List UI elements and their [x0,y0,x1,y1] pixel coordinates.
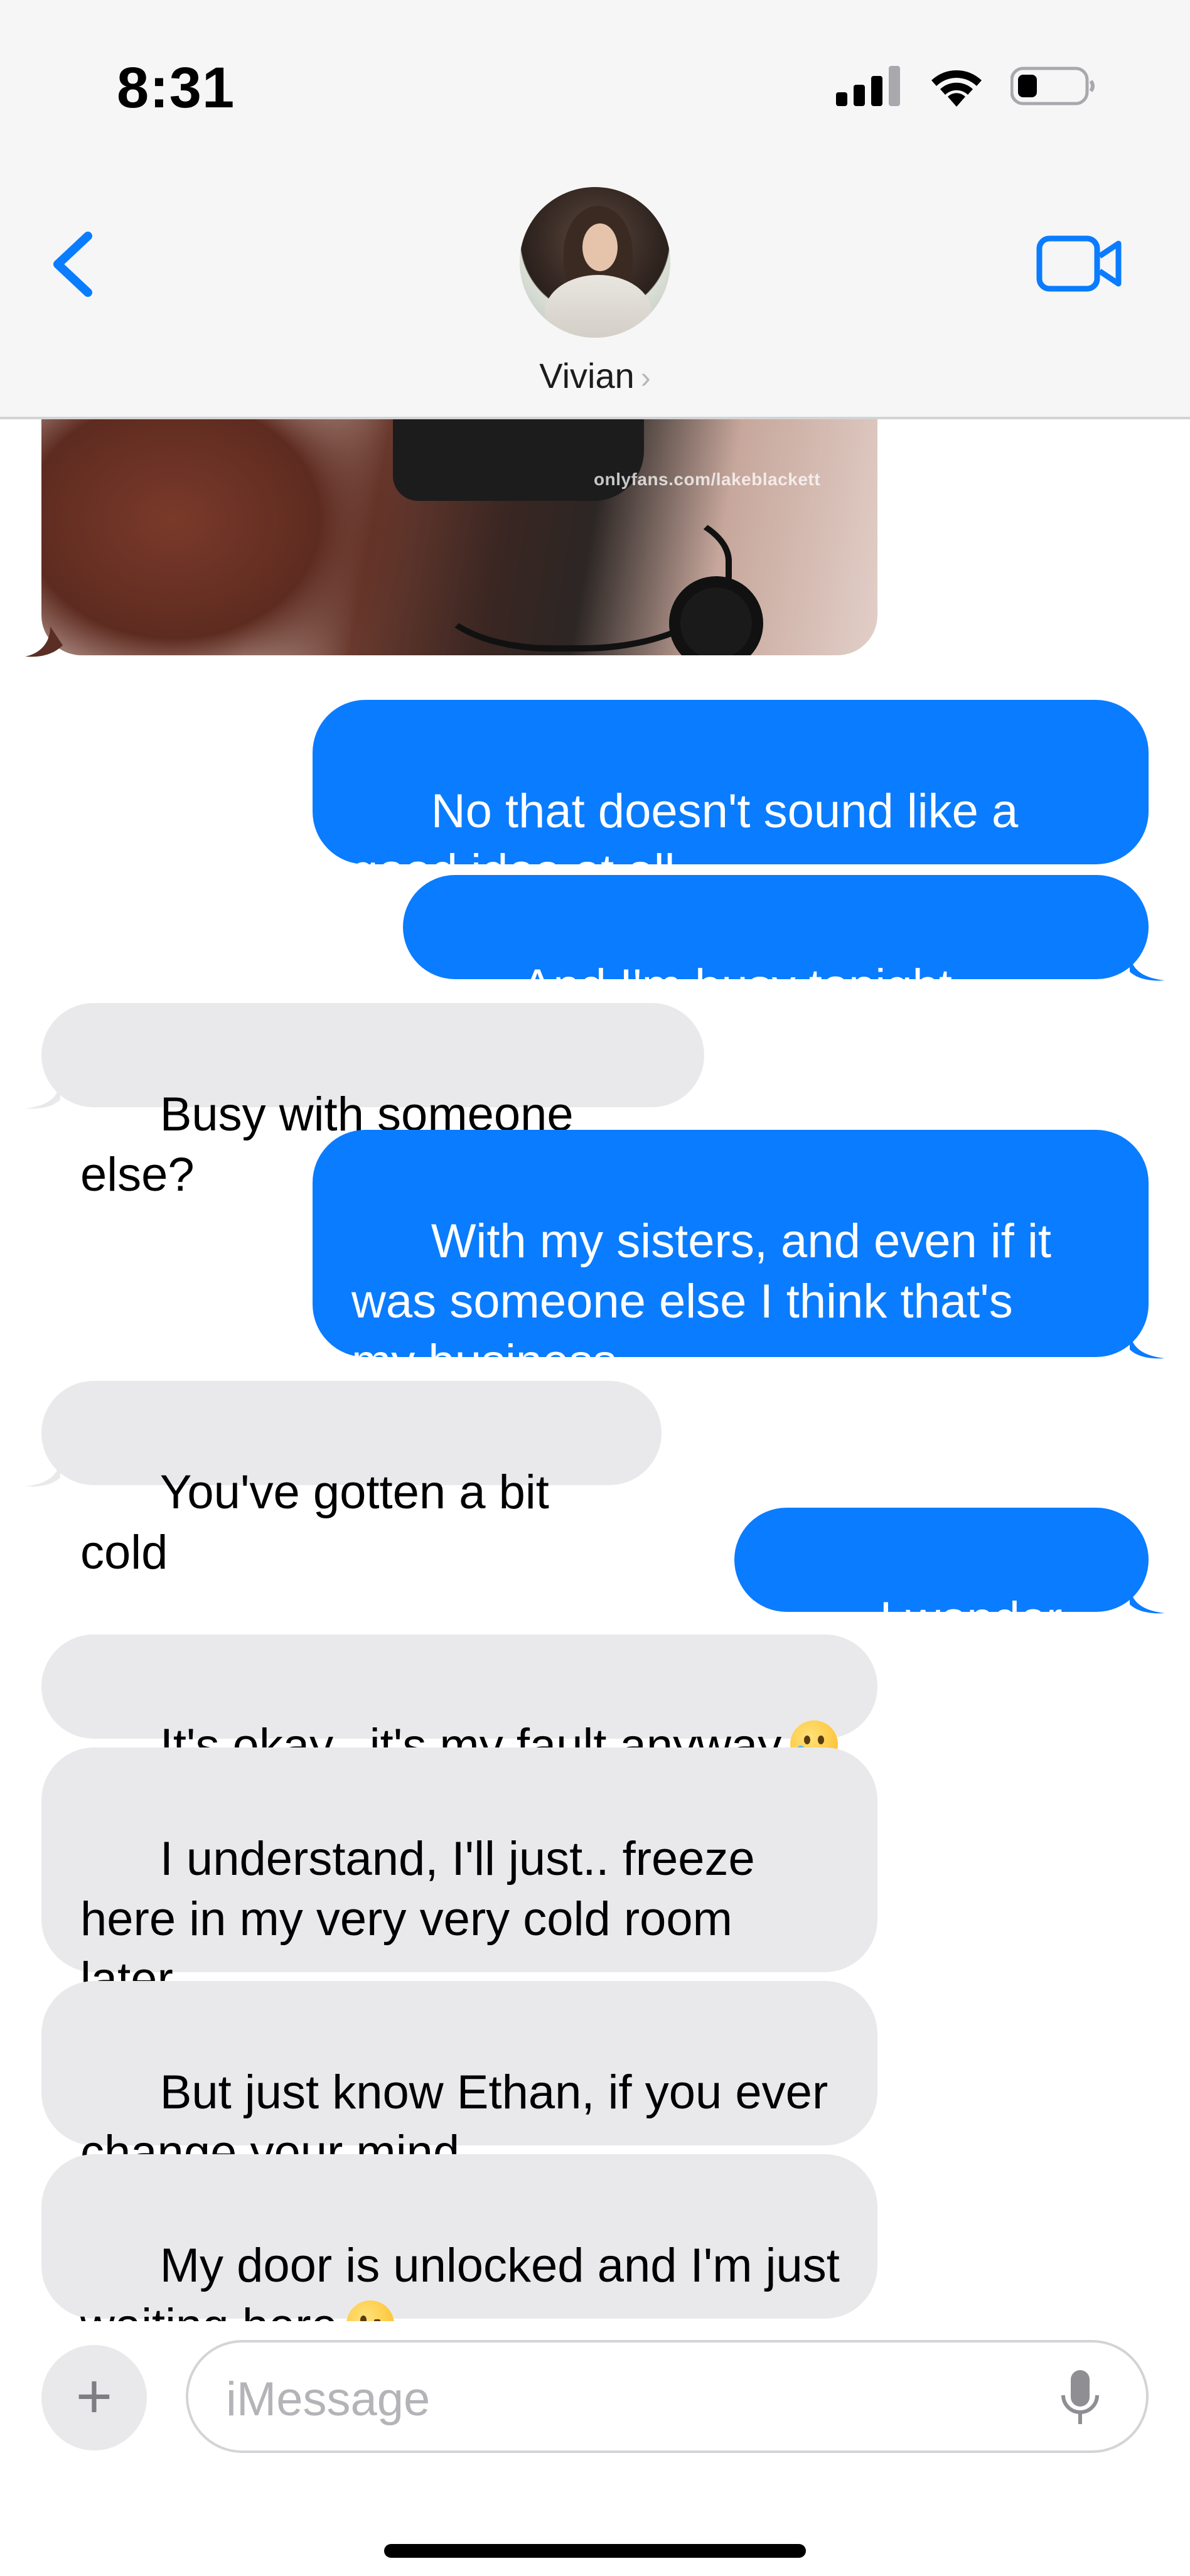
message-bubble-incoming[interactable]: But just know Ethan, if you ever change … [41,1981,877,2179]
photo-attachment[interactable]: onlyfans.com/lakeblackett [41,419,877,655]
status-time: 8:31 [117,56,235,120]
contact-name[interactable]: Vivian › [0,355,1190,396]
message-bubble-incoming[interactable]: I understand, I'll just.. freeze here in… [41,1747,877,2006]
message-bubble-incoming[interactable]: My door is unlocked and I'm just waiting… [41,2154,877,2321]
chevron-right-icon: › [640,362,651,395]
avatar-shoulders [545,275,651,338]
avatar[interactable] [520,187,670,338]
contact-name-label: Vivian [539,356,635,395]
message-bubble-incoming[interactable]: It's okay.. it's my fault anyway [41,1634,877,1773]
message-bubble-incoming[interactable]: Busy with someone else? [41,1003,704,1201]
video-call-icon[interactable] [1036,233,1123,294]
message-bubble-outgoing[interactable]: ..I wonder why [734,1508,1149,1706]
cellular-signal-icon [836,66,900,106]
winking-face-emoji-icon [346,2300,394,2321]
header-divider [0,417,1190,419]
message-text: My door is unlocked and I'm just waiting… [80,2239,840,2321]
status-icons [836,65,1096,107]
photo-watermark: onlyfans.com/lakeblackett [594,470,821,489]
messages-screen: onlyfans.com/lakeblackett No that doesn'… [0,0,1190,2576]
battery-low-icon [1010,67,1095,105]
incoming-tail-icon [25,626,63,657]
plus-icon[interactable]: + [41,2345,147,2450]
navigation-header: 8:31 Vivian › [0,0,1190,419]
message-bubble-outgoing[interactable]: No that doesn't sound like a good idea a… [313,700,1149,898]
conversation-thread[interactable]: onlyfans.com/lakeblackett No that doesn'… [0,419,1190,2321]
message-text: You've gotten a bit cold [80,1466,563,1579]
avatar-face [582,223,618,271]
outgoing-tail-icon [1130,950,1165,981]
outgoing-tail-icon [1130,1328,1165,1359]
message-bubble-incoming[interactable]: You've gotten a bit cold [41,1381,662,1579]
message-text: With my sisters, and even if it was some… [351,1215,1051,1388]
incoming-tail-icon [25,1456,60,1487]
message-input-container[interactable] [186,2340,1149,2453]
home-indicator[interactable] [384,2544,806,2558]
back-chevron-icon[interactable] [44,223,100,305]
incoming-tail-icon [25,1078,60,1109]
message-bubble-outgoing[interactable]: And I'm busy tonight anyway [403,875,1149,1073]
outgoing-tail-icon [1130,1583,1165,1614]
microphone-icon[interactable] [1058,2368,1102,2430]
message-text: I understand, I'll just.. freeze here in… [80,1832,755,2006]
compose-bar: + [0,2321,1190,2576]
message-bubble-outgoing[interactable]: With my sisters, and even if it was some… [313,1130,1149,1388]
wifi-icon [931,70,982,107]
imessage-input[interactable] [226,2369,1042,2429]
